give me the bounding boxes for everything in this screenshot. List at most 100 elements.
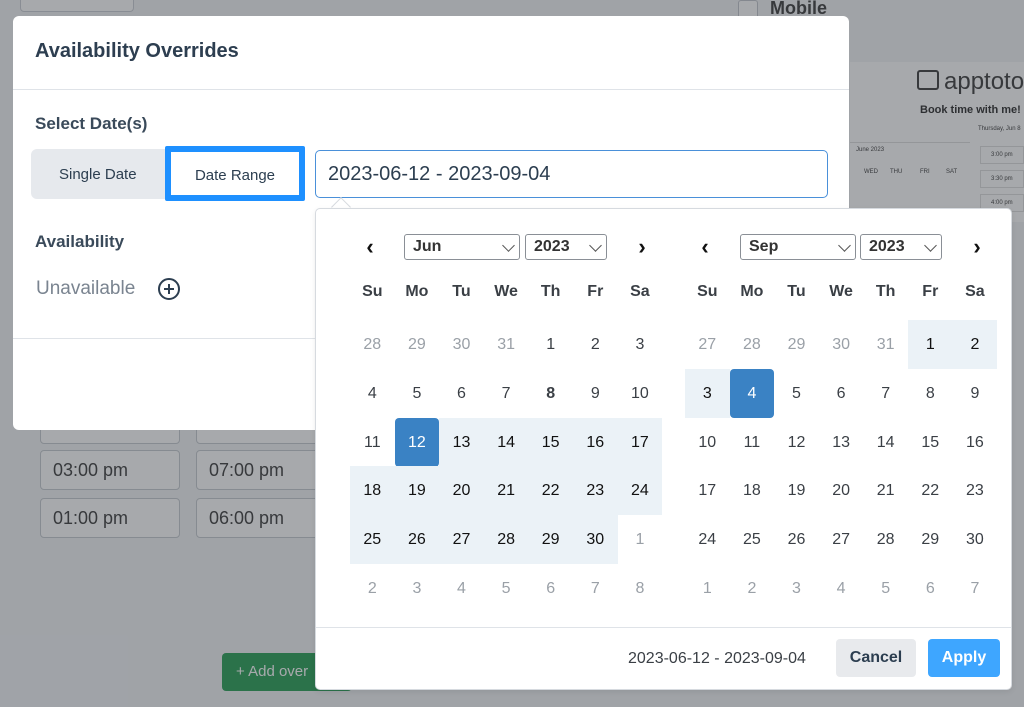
calendar-day[interactable]: 27	[439, 515, 484, 565]
calendar-day[interactable]: 20	[439, 466, 484, 516]
calendar-day[interactable]: 30	[439, 320, 484, 369]
calendar-day[interactable]: 8	[528, 369, 573, 418]
calendar-day[interactable]: 30	[953, 515, 998, 564]
year-select[interactable]: 2023	[860, 234, 942, 260]
calendar-day[interactable]: 4	[819, 564, 864, 613]
calendar-day[interactable]: 1	[528, 320, 573, 369]
calendar-day[interactable]: 6	[528, 564, 573, 613]
calendar-day[interactable]: 27	[819, 515, 864, 564]
calendar-day[interactable]: 21	[863, 466, 908, 515]
calendar-day[interactable]: 22	[528, 466, 573, 516]
calendar-day[interactable]: 10	[685, 418, 730, 467]
calendar-day[interactable]: 13	[439, 417, 484, 467]
calendar-day[interactable]: 21	[483, 466, 529, 516]
calendar-day[interactable]: 3	[618, 320, 663, 369]
calendar-day[interactable]: 7	[863, 369, 908, 418]
calendar-day[interactable]: 4	[439, 564, 484, 613]
calendar-day[interactable]: 28	[350, 320, 395, 369]
year-select[interactable]: 2023	[525, 234, 607, 260]
calendar-day[interactable]: 29	[774, 320, 819, 369]
calendar-day[interactable]: 9	[953, 369, 998, 418]
calendar-day[interactable]: 19	[394, 466, 440, 516]
calendar-day[interactable]: 5	[395, 369, 440, 418]
calendar-day[interactable]: 2	[573, 320, 618, 369]
prev-month-icon[interactable]: ‹	[358, 233, 382, 263]
calendar-day[interactable]: 12	[394, 417, 440, 467]
calendar-day[interactable]: 10	[618, 369, 663, 418]
calendar-day[interactable]: 18	[730, 466, 775, 515]
calendar-day[interactable]: 23	[953, 466, 998, 515]
calendar-day[interactable]: 17	[685, 466, 730, 515]
calendar-day[interactable]: 3	[395, 564, 440, 613]
calendar-day[interactable]: 23	[573, 466, 618, 516]
calendar-day[interactable]: 17	[617, 417, 663, 467]
calendar-day[interactable]: 1	[908, 320, 953, 369]
next-month-icon[interactable]: ›	[965, 233, 989, 263]
prev-month-icon[interactable]: ‹	[693, 233, 717, 263]
calendar-day[interactable]: 6	[908, 564, 953, 613]
calendar-day[interactable]: 15	[528, 417, 573, 467]
calendar-day[interactable]: 7	[953, 564, 998, 613]
calendar-day[interactable]: 30	[819, 320, 864, 369]
calendar-day[interactable]: 30	[573, 515, 618, 565]
calendar-day[interactable]: 11	[730, 418, 775, 467]
calendar-day[interactable]: 25	[730, 515, 775, 564]
calendar-day[interactable]: 31	[863, 320, 908, 369]
calendar-day[interactable]: 14	[863, 418, 908, 467]
calendar-day[interactable]: 12	[774, 418, 819, 467]
calendar-day[interactable]: 1	[685, 564, 730, 613]
calendar-day[interactable]: 2	[350, 564, 395, 613]
cancel-button[interactable]: Cancel	[836, 639, 916, 677]
calendar-day[interactable]: 13	[819, 418, 864, 467]
calendar-day[interactable]: 8	[908, 369, 953, 418]
calendar-day[interactable]: 28	[483, 515, 529, 565]
calendar-day[interactable]: 31	[484, 320, 529, 369]
calendar-day[interactable]: 4	[350, 369, 395, 418]
calendar-right: ‹ Sep 2023 › Su Mo Tu We Th Fr Sa 27 28 29 30 31 1 2…	[681, 209, 1001, 619]
weekday-header: Fr	[587, 283, 604, 300]
calendar-day[interactable]: 19	[774, 466, 819, 515]
date-range-input[interactable]	[315, 150, 828, 198]
single-date-tab[interactable]: Single Date	[59, 166, 137, 183]
calendar-day[interactable]: 1	[618, 515, 663, 564]
calendar-day[interactable]: 3	[774, 564, 819, 613]
month-select[interactable]: Sep	[740, 234, 856, 260]
calendar-day[interactable]: 29	[908, 515, 953, 564]
calendar-day[interactable]: 22	[908, 466, 953, 515]
calendar-day[interactable]: 16	[573, 417, 618, 467]
next-month-icon[interactable]: ›	[630, 233, 654, 263]
calendar-day[interactable]: 26	[774, 515, 819, 564]
calendar-day[interactable]: 28	[730, 320, 775, 369]
date-range-tab[interactable]: Date Range	[165, 146, 305, 201]
calendar-day[interactable]: 5	[484, 564, 529, 613]
calendar-day[interactable]: 7	[484, 369, 529, 418]
calendar-day[interactable]: 5	[863, 564, 908, 613]
calendar-day[interactable]: 24	[617, 466, 663, 516]
calendar-day[interactable]: 6	[819, 369, 864, 418]
calendar-day[interactable]: 28	[863, 515, 908, 564]
calendar-day[interactable]: 29	[528, 515, 573, 565]
calendar-day[interactable]: 15	[908, 418, 953, 467]
calendar-day[interactable]: 25	[350, 515, 395, 565]
calendar-day[interactable]: 16	[953, 418, 998, 467]
calendar-day[interactable]: 7	[573, 564, 618, 613]
calendar-day[interactable]: 24	[685, 515, 730, 564]
calendar-day[interactable]: 6	[439, 369, 484, 418]
calendar-day[interactable]: 20	[819, 466, 864, 515]
month-select[interactable]: Jun	[404, 234, 520, 260]
calendar-day[interactable]: 8	[618, 564, 663, 613]
calendar-day[interactable]: 4	[729, 368, 775, 418]
calendar-day[interactable]: 14	[483, 417, 529, 467]
calendar-day[interactable]: 27	[685, 320, 730, 369]
calendar-day[interactable]: 11	[350, 418, 395, 467]
calendar-day[interactable]: 9	[573, 369, 618, 418]
calendar-day[interactable]: 3	[685, 368, 730, 418]
calendar-day[interactable]: 18	[350, 466, 395, 516]
calendar-day[interactable]: 2	[952, 320, 998, 369]
calendar-day[interactable]: 26	[394, 515, 440, 565]
calendar-day[interactable]: 2	[730, 564, 775, 613]
add-availability-icon[interactable]	[158, 278, 180, 300]
calendar-day[interactable]: 5	[774, 369, 819, 418]
apply-button[interactable]: Apply	[928, 639, 1000, 677]
calendar-day[interactable]: 29	[395, 320, 440, 369]
